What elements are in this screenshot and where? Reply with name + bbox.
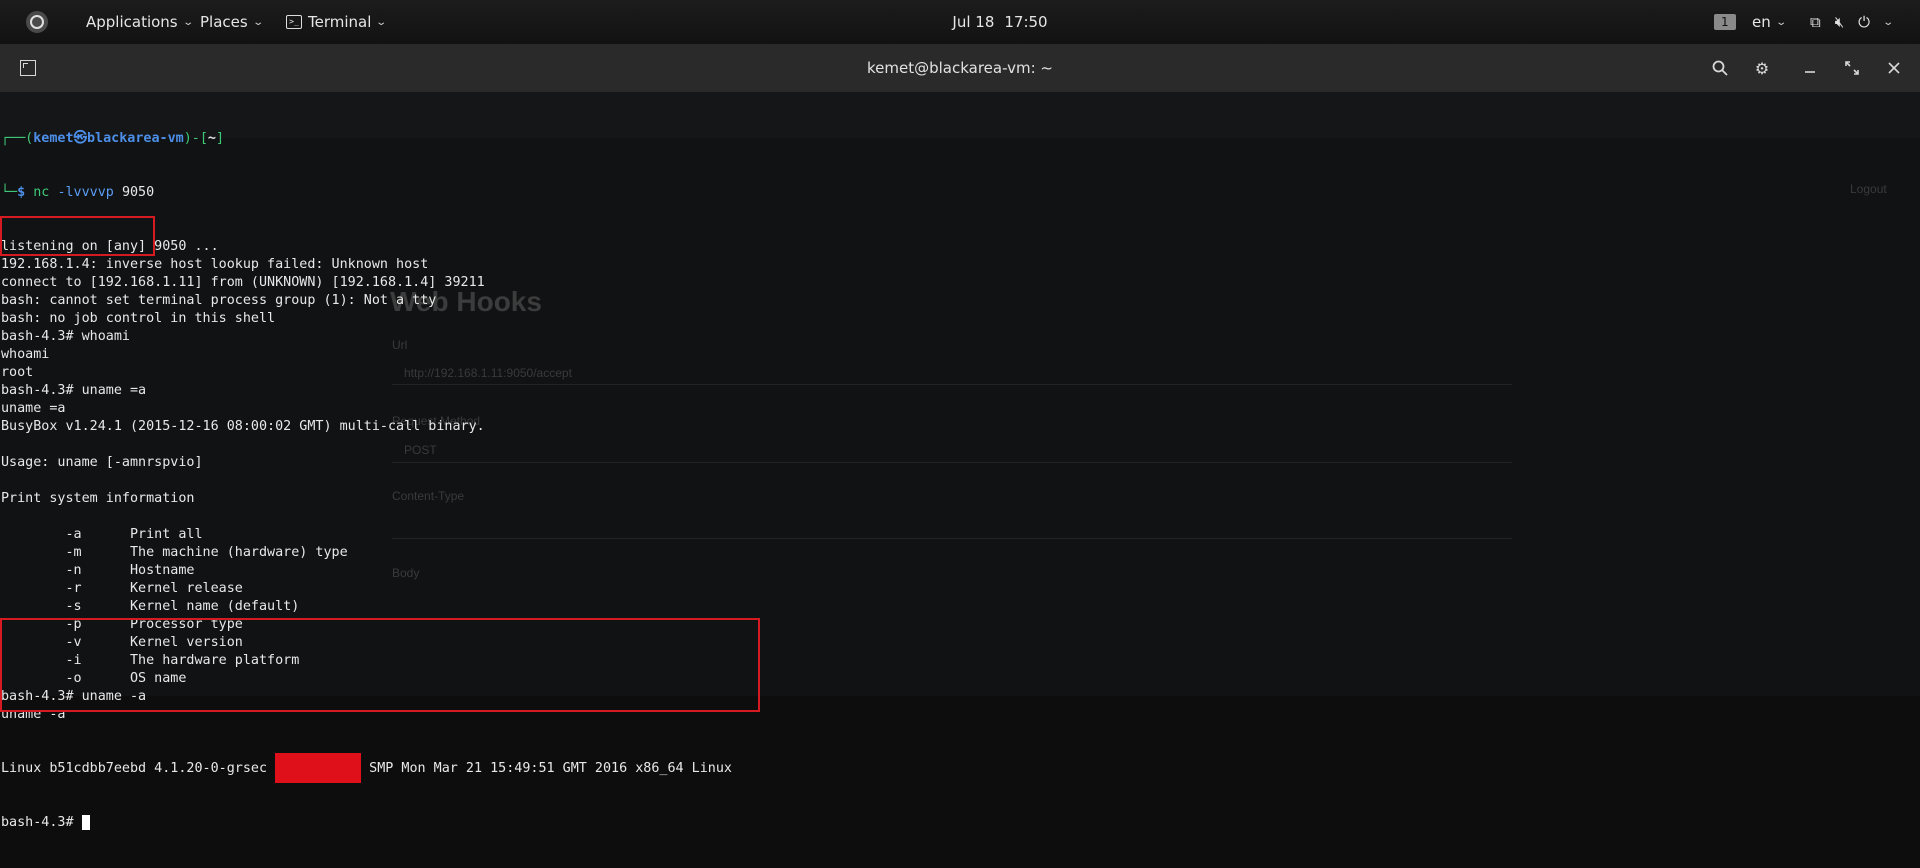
terminal-line: uname -a <box>1 707 66 722</box>
terminal-line: bash: cannot set terminal process group … <box>1 293 437 308</box>
prompt-host: blackarea-vm <box>86 131 184 146</box>
terminal-line: -n Hostname <box>1 563 195 578</box>
system-tray[interactable]: ⧉ 🔇︎ ⏻ ⌄ <box>1810 0 1895 44</box>
gear-icon: ⚙ <box>1754 58 1770 78</box>
terminal-line: connect to [192.168.1.11] from (UNKNOWN)… <box>1 275 485 290</box>
chevron-down-icon: ⌄ <box>1775 16 1787 28</box>
screen-icon: ⧉ <box>1810 13 1821 31</box>
language-label: en <box>1752 13 1771 31</box>
minimize-button[interactable] <box>1792 44 1828 92</box>
prompt-line-1: ┌──(kemet㉿blackarea-vm)-[~] <box>1 131 225 146</box>
uname-output-suffix: SMP Mon Mar 21 15:49:51 GMT 2016 x86_64 … <box>361 761 732 776</box>
workspace-number: 1 <box>1714 14 1736 30</box>
places-label: Places <box>200 13 248 31</box>
maximize-icon <box>1845 61 1859 75</box>
terminal-line: whoami <box>1 347 50 362</box>
search-icon <box>1712 60 1728 76</box>
search-button[interactable] <box>1702 44 1738 92</box>
terminal-line: -v Kernel version <box>1 635 243 650</box>
chevron-down-icon: ⌄ <box>375 16 388 28</box>
chevron-down-icon: ⌄ <box>181 16 194 28</box>
terminal-line: Print system information <box>1 491 195 506</box>
new-tab-icon <box>20 60 36 76</box>
top-panel: Applications ⌄ Places ⌄ >_ Terminal ⌄ Ju… <box>0 0 1920 44</box>
command-name: nc <box>33 185 50 200</box>
prompt-dir: ~ <box>207 131 216 146</box>
terminal-line: bash-4.3# uname -a <box>1 689 147 704</box>
terminal-line: -p Processor type <box>1 617 243 632</box>
maximize-button[interactable] <box>1834 44 1870 92</box>
terminal-line: -i The hardware platform <box>1 653 300 668</box>
prompt-line-2: └─$ nc -lvvvvp 9050 <box>1 185 155 200</box>
clock-date: Jul 18 <box>952 13 995 31</box>
terminal-line: BusyBox v1.24.1 (2015-12-16 08:00:02 GMT… <box>1 419 485 434</box>
prompt-user: kemet <box>33 131 74 146</box>
text-cursor <box>81 814 90 830</box>
clock-time: 17:50 <box>1004 13 1048 31</box>
terminal-line: bash: no job control in this shell <box>1 311 276 326</box>
close-button[interactable] <box>1876 44 1912 92</box>
terminal-line: -a Print all <box>1 527 203 542</box>
applications-menu[interactable]: Applications ⌄ <box>86 0 194 44</box>
window-titlebar[interactable]: kemet@blackarea-vm: ~ ⚙ <box>0 44 1920 93</box>
command-flags: -lvvvvp <box>57 185 114 200</box>
activities-button[interactable] <box>26 0 48 44</box>
terminal-line-current-prompt: bash-4.3# <box>1 814 1901 832</box>
clock[interactable]: Jul 18 17:50 <box>920 0 1080 44</box>
terminal-line: -r Kernel release <box>1 581 243 596</box>
terminal-label: Terminal <box>308 13 372 31</box>
applications-label: Applications <box>86 13 178 31</box>
terminal-line: -m The machine (hardware) type <box>1 545 348 560</box>
current-prompt: bash-4.3# <box>1 815 82 830</box>
redaction-block <box>275 753 362 783</box>
volume-muted-icon: 🔇︎ <box>1834 13 1845 31</box>
workspace-indicator[interactable]: 1 <box>1714 0 1736 44</box>
terminal-output[interactable]: ┌──(kemet㉿blackarea-vm)-[~] └─$ nc -lvvv… <box>1 94 1901 868</box>
terminal-app-menu[interactable]: >_ Terminal ⌄ <box>286 0 388 44</box>
activities-icon <box>26 11 48 33</box>
terminal-line-uname-output: Linux b51cdbb7eebd 4.1.20-0-grsec SMP Mo… <box>1 753 1901 783</box>
settings-button[interactable]: ⚙ <box>1744 44 1780 92</box>
terminal-line: root <box>1 365 34 380</box>
uname-output-prefix: Linux b51cdbb7eebd 4.1.20-0-grsec <box>1 761 276 776</box>
chevron-down-icon: ⌄ <box>1882 16 1895 28</box>
terminal-line: bash-4.3# whoami <box>1 329 130 344</box>
prompt-at: ㉿ <box>73 131 87 146</box>
terminal-scrollbar[interactable] <box>1906 140 1912 692</box>
power-icon: ⏻ <box>1858 13 1871 31</box>
terminal-line: -o OS name <box>1 671 187 686</box>
close-icon <box>1888 62 1900 74</box>
command-arg: 9050 <box>121 185 155 200</box>
new-tab-button[interactable] <box>10 44 46 92</box>
language-selector[interactable]: en ⌄ <box>1752 0 1787 44</box>
places-menu[interactable]: Places ⌄ <box>200 0 264 44</box>
terminal-line: bash-4.3# uname =a <box>1 383 147 398</box>
terminal-line: listening on [any] 9050 ... <box>1 239 219 254</box>
minimize-icon <box>1805 71 1815 73</box>
terminal-line: uname =a <box>1 401 66 416</box>
terminal-line: -s Kernel name (default) <box>1 599 300 614</box>
terminal-line: 192.168.1.4: inverse host lookup failed:… <box>1 257 429 272</box>
terminal-icon: >_ <box>286 15 302 29</box>
terminal-line: Usage: uname [-amnrspvio] <box>1 455 203 470</box>
window-title: kemet@blackarea-vm: ~ <box>867 59 1053 77</box>
chevron-down-icon: ⌄ <box>252 16 264 28</box>
terminal-window: kemet@blackarea-vm: ~ ⚙ Web Hooks Logout… <box>0 44 1920 830</box>
